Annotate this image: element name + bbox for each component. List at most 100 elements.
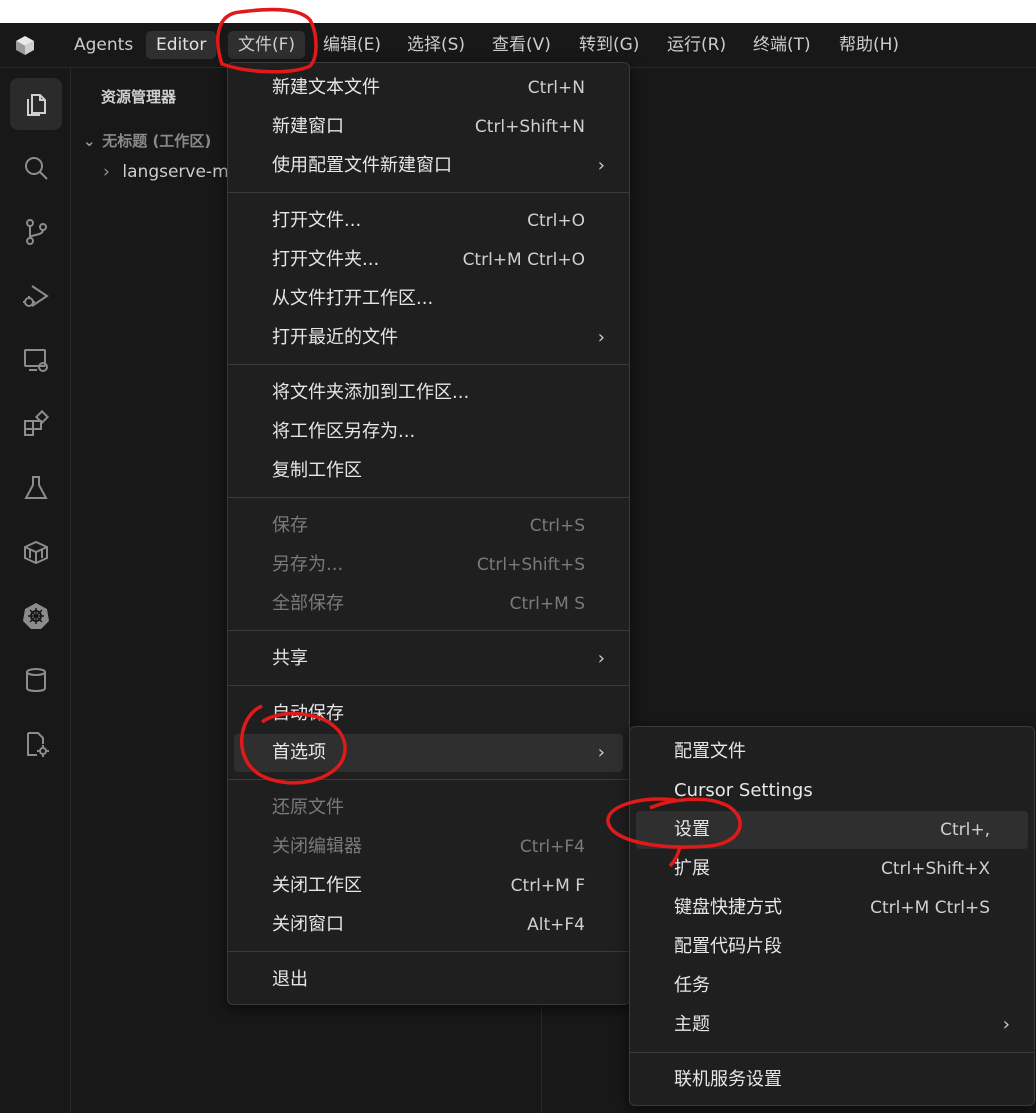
menu-item-open-recent[interactable]: 打开最近的文件 › (234, 319, 623, 357)
menu-item-label: 另存为... (272, 554, 344, 575)
menu-item-open-workspace-from-file[interactable]: 从文件打开工作区... (234, 280, 623, 318)
menu-item-open-folder[interactable]: 打开文件夹... Ctrl+M Ctrl+O (234, 241, 623, 279)
menu-item-shortcut: Alt+F4 (527, 915, 585, 935)
app-window: Agents Editor 文件(F) 编辑(E) 选择(S) 查看(V) 转到… (0, 23, 1036, 1113)
menu-editor[interactable]: Editor (146, 31, 217, 59)
menu-item-shortcut: Ctrl+N (527, 78, 585, 98)
menu-item-label: 自动保存 (272, 703, 344, 724)
folder-name: langserve-m (122, 162, 229, 182)
menu-item-profiles[interactable]: 配置文件 (636, 733, 1028, 771)
menu-terminal[interactable]: 终端(T) (743, 31, 821, 59)
chevron-right-icon: › (103, 162, 110, 182)
menu-help[interactable]: 帮助(H) (829, 31, 909, 59)
menu-item-label: 从文件打开工作区... (272, 288, 434, 309)
folder-item[interactable]: › langserve-m (103, 162, 229, 182)
menu-goto[interactable]: 转到(G) (569, 31, 649, 59)
chevron-right-icon: › (597, 327, 605, 348)
menu-item-auto-save[interactable]: 自动保存 (234, 695, 623, 733)
menu-item-label: 首选项 (272, 742, 326, 763)
menu-item-label: 配置代码片段 (674, 936, 782, 957)
chevron-down-icon: ⌄ (83, 132, 96, 150)
menu-item-label: 打开最近的文件 (272, 327, 398, 348)
menu-item-revert-file[interactable]: 还原文件 (234, 789, 623, 827)
file-menu: 新建文本文件 Ctrl+N 新建窗口 Ctrl+Shift+N 使用配置文件新建… (227, 62, 630, 1005)
remote-explorer-icon[interactable] (10, 334, 62, 386)
source-control-icon[interactable] (10, 206, 62, 258)
app-logo-icon[interactable] (14, 34, 36, 56)
menu-edit[interactable]: 编辑(E) (313, 31, 391, 59)
database-icon[interactable] (10, 654, 62, 706)
menu-item-label: 全部保存 (272, 593, 344, 614)
menu-item-preferences[interactable]: 首选项 › (234, 734, 623, 772)
menu-selection[interactable]: 选择(S) (397, 31, 475, 59)
menu-item-shortcut: Ctrl+Shift+X (880, 859, 990, 879)
testing-icon[interactable] (10, 462, 62, 514)
menu-item-cursor-settings[interactable]: Cursor Settings (636, 772, 1028, 810)
menu-item-shortcut: Ctrl+M Ctrl+O (462, 250, 585, 270)
menu-item-label: 还原文件 (272, 797, 344, 818)
menu-item-duplicate-workspace[interactable]: 复制工作区 (234, 452, 623, 490)
code-settings-icon[interactable] (10, 718, 62, 770)
menu-view[interactable]: 查看(V) (482, 31, 561, 59)
menu-item-save-all[interactable]: 全部保存 Ctrl+M S (234, 585, 623, 623)
menu-separator (630, 1052, 1034, 1053)
menu-item-keyboard-shortcuts[interactable]: 键盘快捷方式 Ctrl+M Ctrl+S (636, 889, 1028, 927)
menu-item-label: 将工作区另存为... (272, 421, 416, 442)
explorer-title: 资源管理器 (101, 88, 177, 106)
menu-item-save-as[interactable]: 另存为... Ctrl+Shift+S (234, 546, 623, 584)
menu-item-label: 键盘快捷方式 (674, 897, 782, 918)
menu-item-tasks[interactable]: 任务 (636, 967, 1028, 1005)
extensions-icon[interactable] (10, 398, 62, 450)
menu-item-shortcut: Ctrl+Shift+N (474, 117, 585, 137)
menu-item-label: 关闭编辑器 (272, 836, 362, 857)
menu-item-shortcut: Ctrl+M S (509, 594, 585, 614)
explorer-icon[interactable] (10, 78, 62, 130)
menu-item-label: 任务 (674, 975, 710, 996)
run-debug-icon[interactable] (10, 270, 62, 322)
workspace-header[interactable]: ⌄ 无标题 (工作区) (83, 130, 211, 151)
menu-item-label: 关闭窗口 (272, 914, 344, 935)
menu-item-shortcut: Ctrl+Shift+S (476, 555, 585, 575)
menu-item-themes[interactable]: 主题 › (636, 1006, 1028, 1044)
menu-file[interactable]: 文件(F) (228, 31, 306, 59)
menu-item-shortcut: Ctrl+S (529, 516, 585, 536)
menu-item-online-services-settings[interactable]: 联机服务设置 (636, 1061, 1028, 1099)
menu-item-label: 将文件夹添加到工作区... (272, 382, 470, 403)
menu-item-new-text-file[interactable]: 新建文本文件 Ctrl+N (234, 69, 623, 107)
menu-item-exit[interactable]: 退出 (234, 961, 623, 999)
menu-item-close-editor[interactable]: 关闭编辑器 Ctrl+F4 (234, 828, 623, 866)
menu-item-label: 使用配置文件新建窗口 (272, 155, 452, 176)
search-icon[interactable] (10, 142, 62, 194)
menu-item-shortcut: Ctrl+, (940, 820, 990, 840)
chevron-right-icon: › (597, 648, 605, 669)
menu-item-open-file[interactable]: 打开文件... Ctrl+O (234, 202, 623, 240)
menu-item-label: 设置 (674, 819, 710, 840)
menu-item-shortcut: Ctrl+M F (510, 876, 585, 896)
menu-item-close-workspace[interactable]: 关闭工作区 Ctrl+M F (234, 867, 623, 905)
menu-item-label: 打开文件夹... (272, 249, 380, 270)
menu-separator (228, 685, 629, 686)
menu-item-new-window[interactable]: 新建窗口 Ctrl+Shift+N (234, 108, 623, 146)
menu-item-new-window-with-profile[interactable]: 使用配置文件新建窗口 › (234, 147, 623, 185)
menu-item-label: 复制工作区 (272, 460, 362, 481)
containers-icon[interactable] (10, 526, 62, 578)
menu-item-label: Cursor Settings (674, 780, 813, 801)
activity-bar (0, 68, 71, 1113)
menu-item-save-workspace-as[interactable]: 将工作区另存为... (234, 413, 623, 451)
menu-item-close-window[interactable]: 关闭窗口 Alt+F4 (234, 906, 623, 944)
menu-item-label: 新建窗口 (272, 116, 344, 137)
menu-item-extensions[interactable]: 扩展 Ctrl+Shift+X (636, 850, 1028, 888)
menu-item-label: 关闭工作区 (272, 875, 362, 896)
workspace-name: 无标题 (工作区) (102, 132, 212, 150)
menu-item-add-folder-to-workspace[interactable]: 将文件夹添加到工作区... (234, 374, 623, 412)
menu-separator (228, 192, 629, 193)
kubernetes-icon[interactable] (10, 590, 62, 642)
menu-item-settings[interactable]: 设置 Ctrl+, (636, 811, 1028, 849)
chevron-right-icon: › (1002, 1014, 1010, 1035)
menu-item-configure-snippets[interactable]: 配置代码片段 (636, 928, 1028, 966)
menu-run[interactable]: 运行(R) (657, 31, 736, 59)
menu-item-save[interactable]: 保存 Ctrl+S (234, 507, 623, 545)
menu-item-share[interactable]: 共享 › (234, 640, 623, 678)
preferences-submenu: 配置文件 Cursor Settings 设置 Ctrl+, 扩展 Ctrl+S… (629, 726, 1035, 1106)
menu-agents[interactable]: Agents (64, 31, 143, 59)
